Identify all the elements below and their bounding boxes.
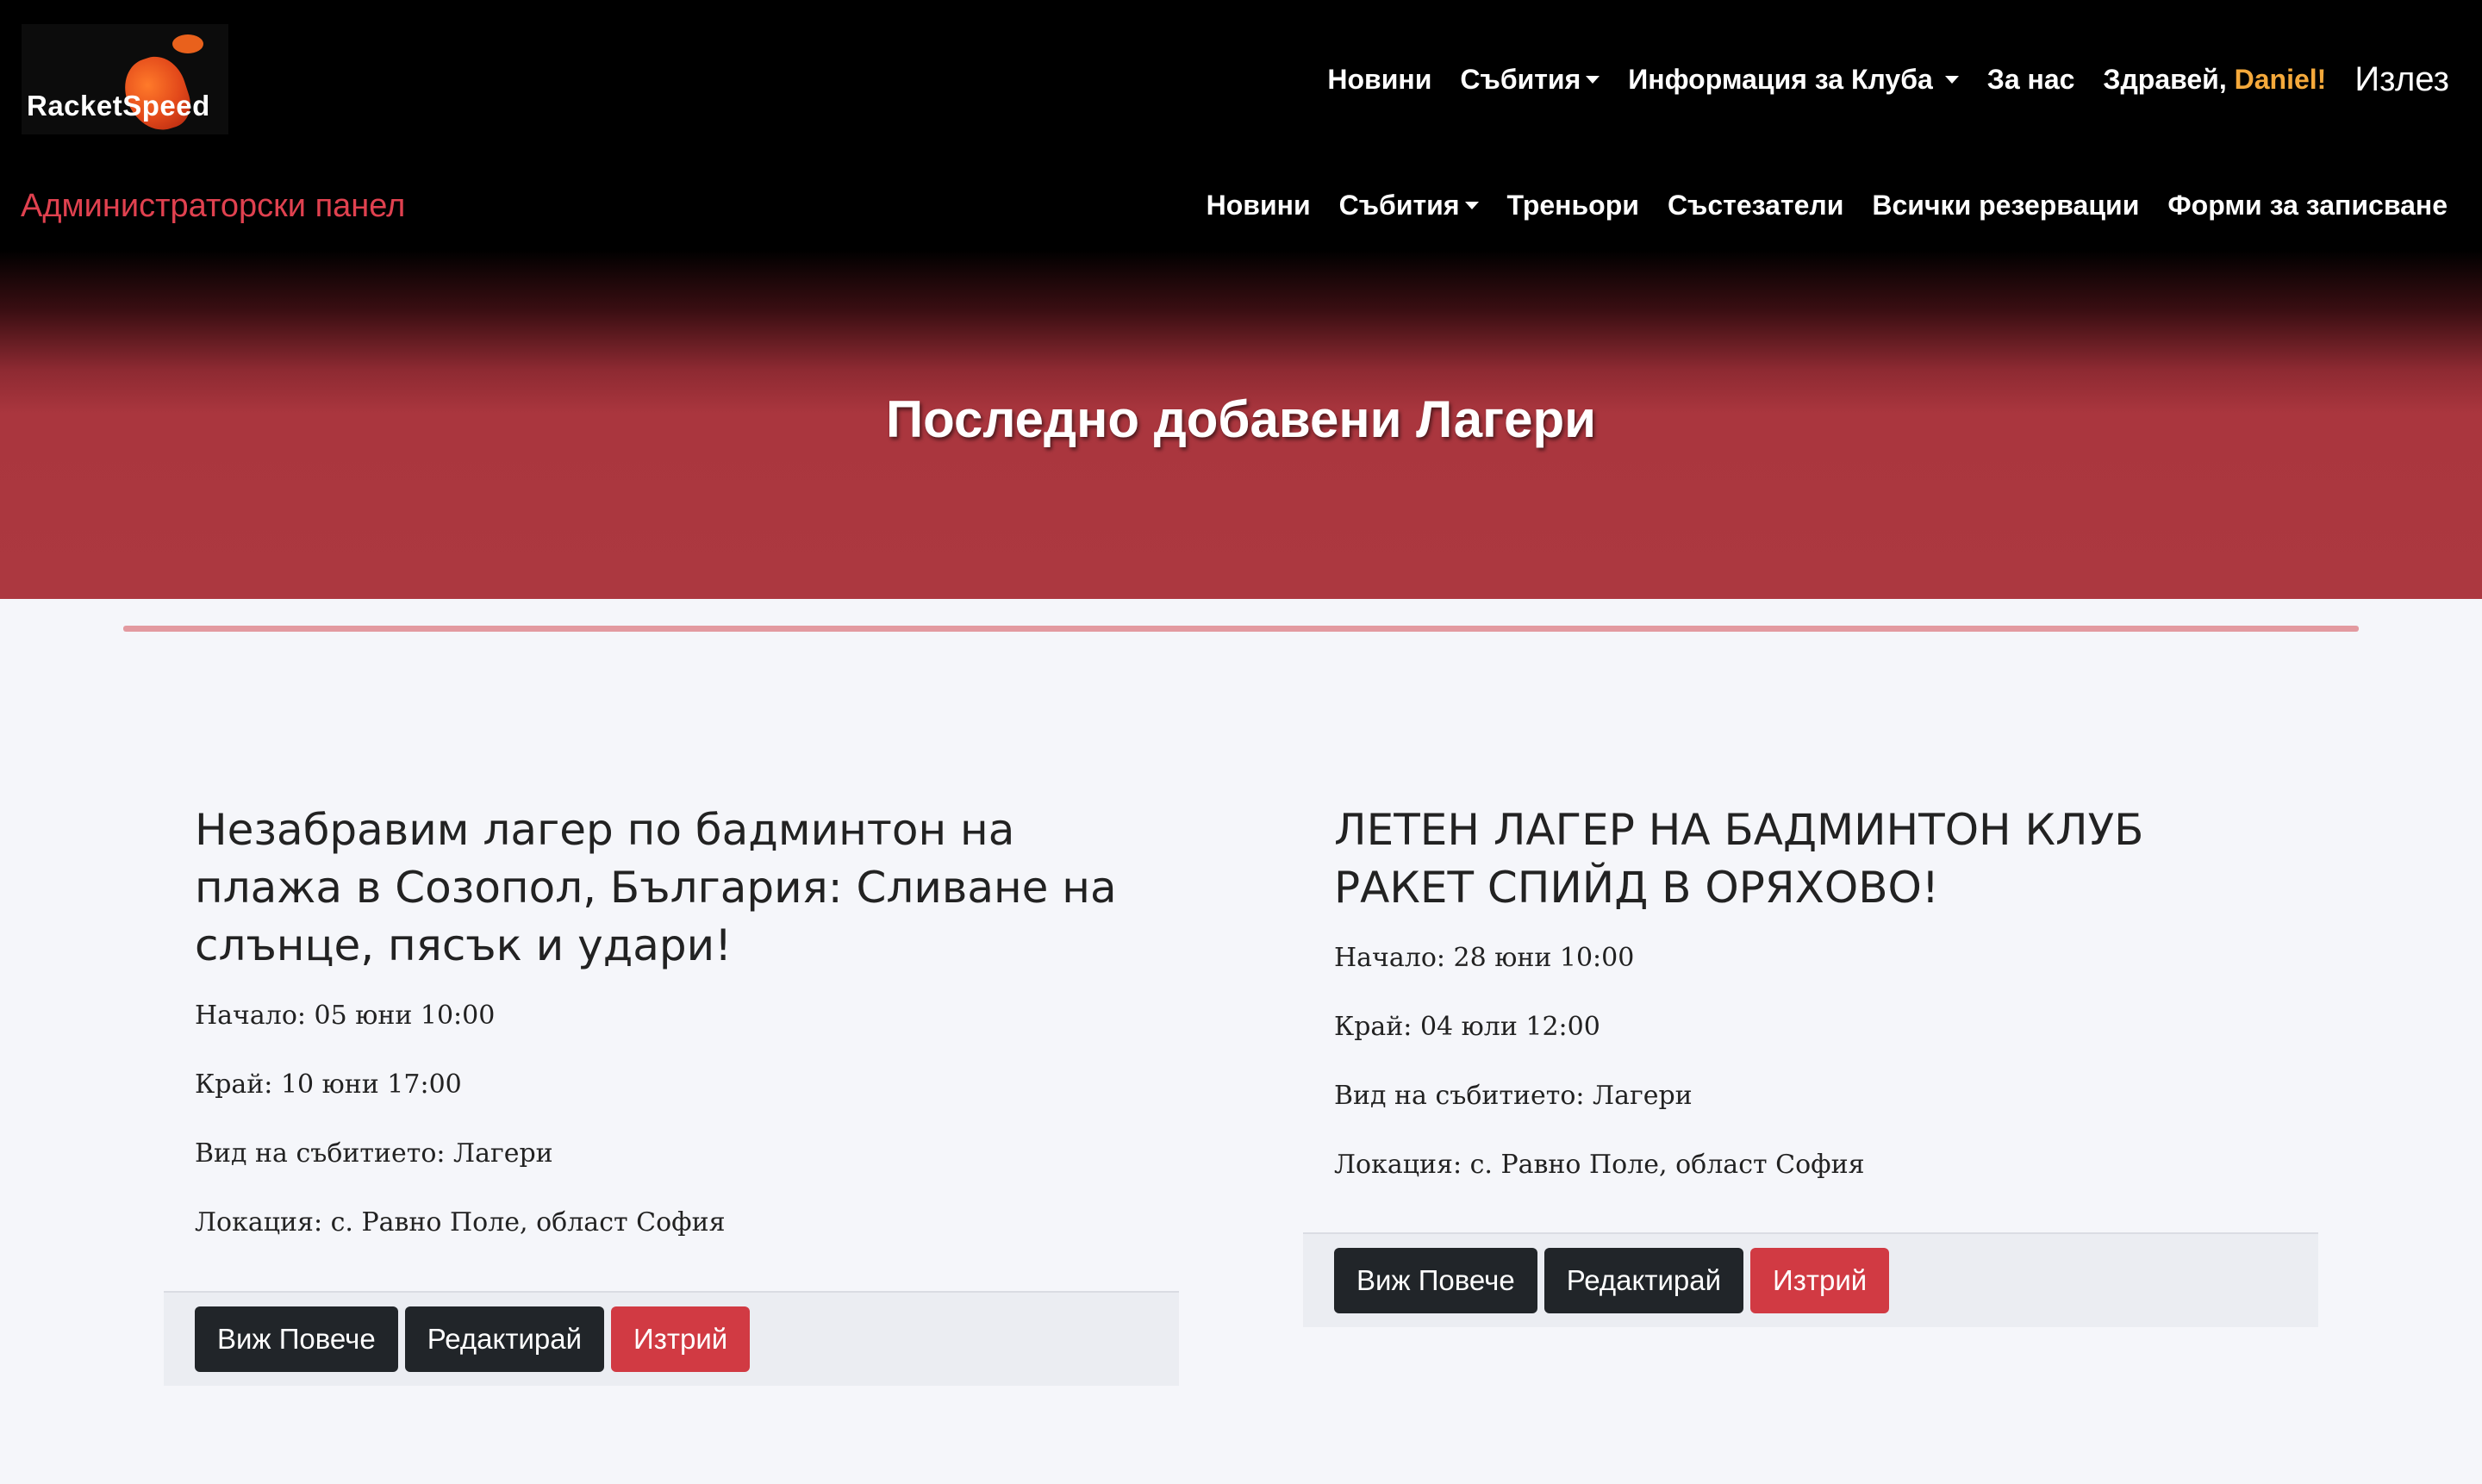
card-footer: Виж Повече Редактирай Изтрий <box>164 1291 1179 1386</box>
user-greeting: Здравей, Daniel! <box>2103 64 2326 96</box>
card-footer: Виж Повече Редактирай Изтрий <box>1303 1232 2318 1327</box>
card-type: Вид на събитието: Лагери <box>195 1138 553 1169</box>
card-body: ЛЕТЕН ЛАГЕР НА БАДМИНТОН КЛУБ РАКЕТ СПИЙ… <box>1334 801 2282 1219</box>
delete-button[interactable]: Изтрий <box>1750 1248 1890 1313</box>
card-start: Начало: 05 юни 10:00 <box>195 1001 496 1031</box>
card-end: Край: 04 юли 12:00 <box>1334 1012 1600 1042</box>
greeting-text: Здравей, <box>2103 64 2227 95</box>
view-more-button[interactable]: Виж Повече <box>1334 1248 1537 1313</box>
nav-events-label: Събития <box>1460 64 1581 95</box>
card-start: Начало: 28 юни 10:00 <box>1334 943 1635 973</box>
admin-nav-competitors[interactable]: Състезатели <box>1668 190 1843 221</box>
admin-nav-news[interactable]: Новини <box>1207 190 1311 221</box>
admin-panel-title[interactable]: Администраторски панел <box>21 188 405 225</box>
card-location: Локация: с. Равно Поле, област София <box>1334 1150 1865 1180</box>
admin-nav-events-dropdown[interactable]: Събития <box>1339 190 1479 221</box>
nav-about[interactable]: За нас <box>1987 64 2075 96</box>
nav-news[interactable]: Новини <box>1327 64 1431 96</box>
card-body: Незабравим лагер по бадминтон на плажа в… <box>195 801 1143 1276</box>
admin-nav-reservations[interactable]: Всички резервации <box>1872 190 2139 221</box>
header: RacketSpeed Новини Събития Информация за… <box>0 0 2482 599</box>
caret-down-icon <box>1464 202 1479 210</box>
admin-nav-events-label: Събития <box>1338 190 1460 221</box>
section-divider <box>123 626 2359 632</box>
nav-events-dropdown[interactable]: Събития <box>1460 64 1600 96</box>
caret-down-icon <box>1586 76 1600 84</box>
camp-card: ЛЕТЕН ЛАГЕР НА БАДМИНТОН КЛУБ РАКЕТ СПИЙ… <box>1303 708 2318 1484</box>
admin-nav-coaches[interactable]: Треньори <box>1507 190 1639 221</box>
card-location: Локация: с. Равно Поле, област София <box>195 1207 726 1238</box>
card-end: Край: 10 юни 17:00 <box>195 1069 462 1100</box>
caret-down-icon <box>1944 76 1959 84</box>
admin-nav: Новини Събития Треньори Състезатели Всич… <box>1207 190 2448 221</box>
user-name: Daniel! <box>2234 64 2327 95</box>
camp-card: Незабравим лагер по бадминтон на плажа в… <box>164 708 1179 1484</box>
shuttlecock-icon <box>172 34 203 53</box>
edit-button[interactable]: Редактирай <box>1543 1248 1744 1313</box>
racketspeed-logo[interactable]: RacketSpeed <box>22 24 228 139</box>
card-title: Незабравим лагер по бадминтон на плажа в… <box>195 805 1117 970</box>
card-title: ЛЕТЕН ЛАГЕР НА БАДМИНТОН КЛУБ РАКЕТ СПИЙ… <box>1334 805 2144 913</box>
logout-link[interactable]: Излез <box>2354 60 2449 99</box>
nav-club-info-label: Информация за Клуба <box>1628 64 1933 95</box>
admin-nav-signup-forms[interactable]: Форми за записване <box>2167 190 2448 221</box>
main-nav: Новини Събития Информация за Клуба За на… <box>1327 60 2449 99</box>
logo-text: RacketSpeed <box>27 90 210 122</box>
card-type: Вид на събитието: Лагери <box>1334 1081 1693 1111</box>
hero-title: Последно добавени Лагери <box>886 390 1596 448</box>
nav-club-info-dropdown[interactable]: Информация за Клуба <box>1628 64 1959 96</box>
